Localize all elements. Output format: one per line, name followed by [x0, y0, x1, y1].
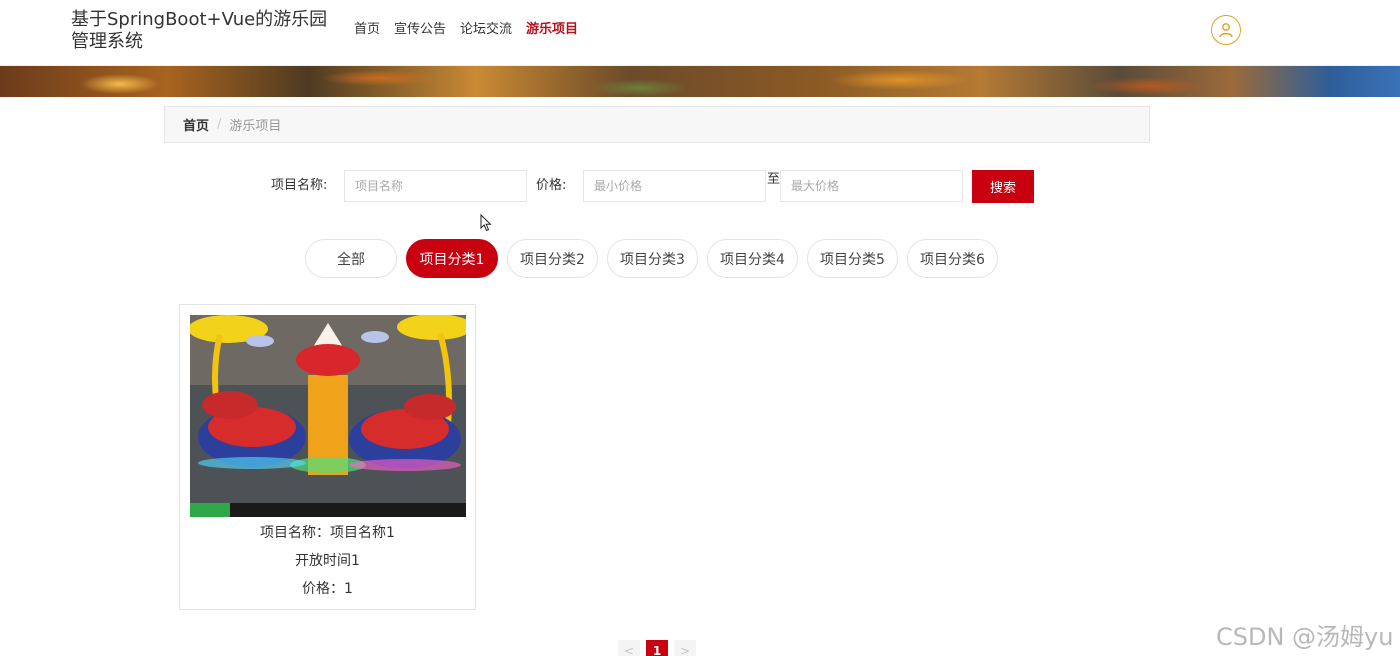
price-range-separator: 至 [767, 172, 781, 187]
pagination-next[interactable]: > [674, 640, 696, 656]
mouse-cursor-icon [480, 214, 492, 232]
search-button[interactable]: 搜索 [972, 170, 1034, 203]
min-price-input[interactable] [583, 170, 766, 202]
max-price-input[interactable] [780, 170, 963, 202]
pagination-page-1[interactable]: 1 [646, 640, 668, 656]
top-header: 基于SpringBoot+Vue的游乐园管理系统 首页 宣传公告 论坛交流 游乐… [0, 0, 1400, 66]
site-title: 基于SpringBoot+Vue的游乐园管理系统 [71, 9, 328, 52]
ride-open-time: 开放时间1 [295, 553, 360, 569]
main-nav: 首页 宣传公告 论坛交流 游乐项目 [354, 21, 592, 39]
header-banner-image [0, 66, 1400, 97]
breadcrumb-current: 游乐项目 [229, 119, 282, 134]
pagination-prev[interactable]: < [618, 640, 640, 656]
category-6[interactable]: 项目分类6 [907, 239, 998, 278]
category-1[interactable]: 项目分类1 [406, 239, 498, 278]
nav-item-rides[interactable]: 游乐项目 [526, 21, 578, 39]
ride-name: 项目名称：项目名称1 [260, 525, 395, 541]
ride-price: 价格：1 [302, 581, 353, 597]
breadcrumb-separator: / [217, 117, 222, 132]
ride-card[interactable]: 项目名称：项目名称1 开放时间1 价格：1 [179, 304, 476, 610]
nav-item-forum[interactable]: 论坛交流 [460, 21, 512, 39]
nav-item-announcements[interactable]: 宣传公告 [394, 21, 446, 39]
user-icon [1219, 23, 1233, 38]
breadcrumb: 首页 / 游乐项目 [164, 106, 1150, 143]
category-2[interactable]: 项目分类2 [507, 239, 598, 278]
category-4[interactable]: 项目分类4 [707, 239, 798, 278]
category-3[interactable]: 项目分类3 [607, 239, 698, 278]
pagination: < 1 > [618, 640, 696, 656]
category-5[interactable]: 项目分类5 [807, 239, 898, 278]
user-avatar-button[interactable] [1211, 15, 1241, 45]
csdn-watermark: CSDN @汤姆yu [1216, 623, 1394, 651]
price-label: 价格: [536, 178, 567, 193]
project-name-label: 项目名称: [271, 178, 328, 193]
nav-item-home[interactable]: 首页 [354, 21, 380, 39]
breadcrumb-home[interactable]: 首页 [183, 115, 209, 134]
project-name-input[interactable] [344, 170, 527, 202]
category-filter: 全部 项目分类1 项目分类2 项目分类3 项目分类4 项目分类5 项目分类6 [305, 239, 998, 278]
ride-image [190, 315, 466, 517]
category-all[interactable]: 全部 [305, 239, 397, 278]
